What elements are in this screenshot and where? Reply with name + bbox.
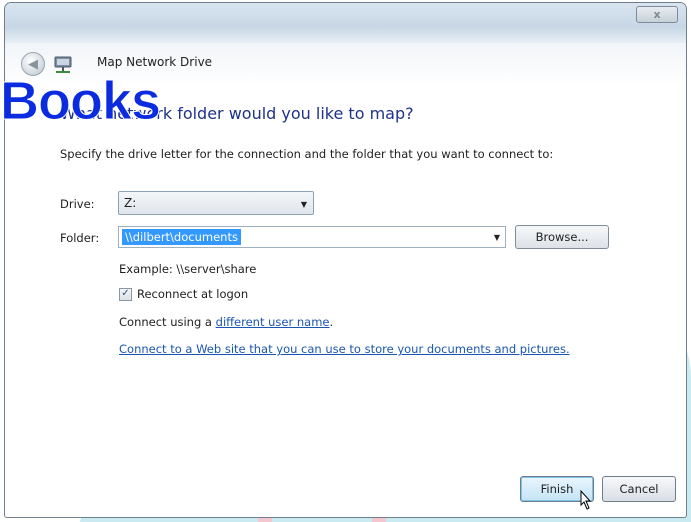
close-button[interactable]: x <box>636 6 678 23</box>
different-user-name-link[interactable]: different user name <box>216 315 330 329</box>
dropdown-arrow-icon[interactable]: ▼ <box>494 233 500 242</box>
connect-using-prefix: Connect using a <box>119 315 216 329</box>
drive-value: Z: <box>124 196 137 210</box>
instruction-text: Specify the drive letter for the connect… <box>60 147 554 161</box>
drive-label: Drive: <box>60 197 95 211</box>
close-icon: x <box>653 8 661 21</box>
cancel-button[interactable]: Cancel <box>602 476 676 502</box>
folder-label: Folder: <box>60 231 100 245</box>
mouse-cursor-icon <box>580 490 592 510</box>
connect-using-text: Connect using a different user name. <box>119 315 333 329</box>
reconnect-checkbox[interactable]: ✓ <box>119 287 132 301</box>
browse-button[interactable]: Browse... <box>515 225 609 249</box>
checkmark-icon: ✓ <box>121 288 130 299</box>
reconnect-label: Reconnect at logon <box>137 287 249 301</box>
window-title: Map Network Drive <box>97 55 213 69</box>
folder-value: \\dilbert\documents <box>122 229 241 245</box>
dropdown-arrow-icon: ▼ <box>300 200 307 209</box>
drive-select[interactable]: Z: ▼ <box>118 191 314 215</box>
example-text: Example: \\server\share <box>119 262 257 276</box>
reconnect-option[interactable]: ✓ Reconnect at logon <box>119 287 248 301</box>
web-site-link[interactable]: Connect to a Web site that you can use t… <box>119 342 570 356</box>
connect-using-suffix: . <box>329 315 334 329</box>
watermark-logo: Books <box>0 71 162 132</box>
folder-input[interactable]: \\dilbert\documents ▼ <box>118 226 506 248</box>
